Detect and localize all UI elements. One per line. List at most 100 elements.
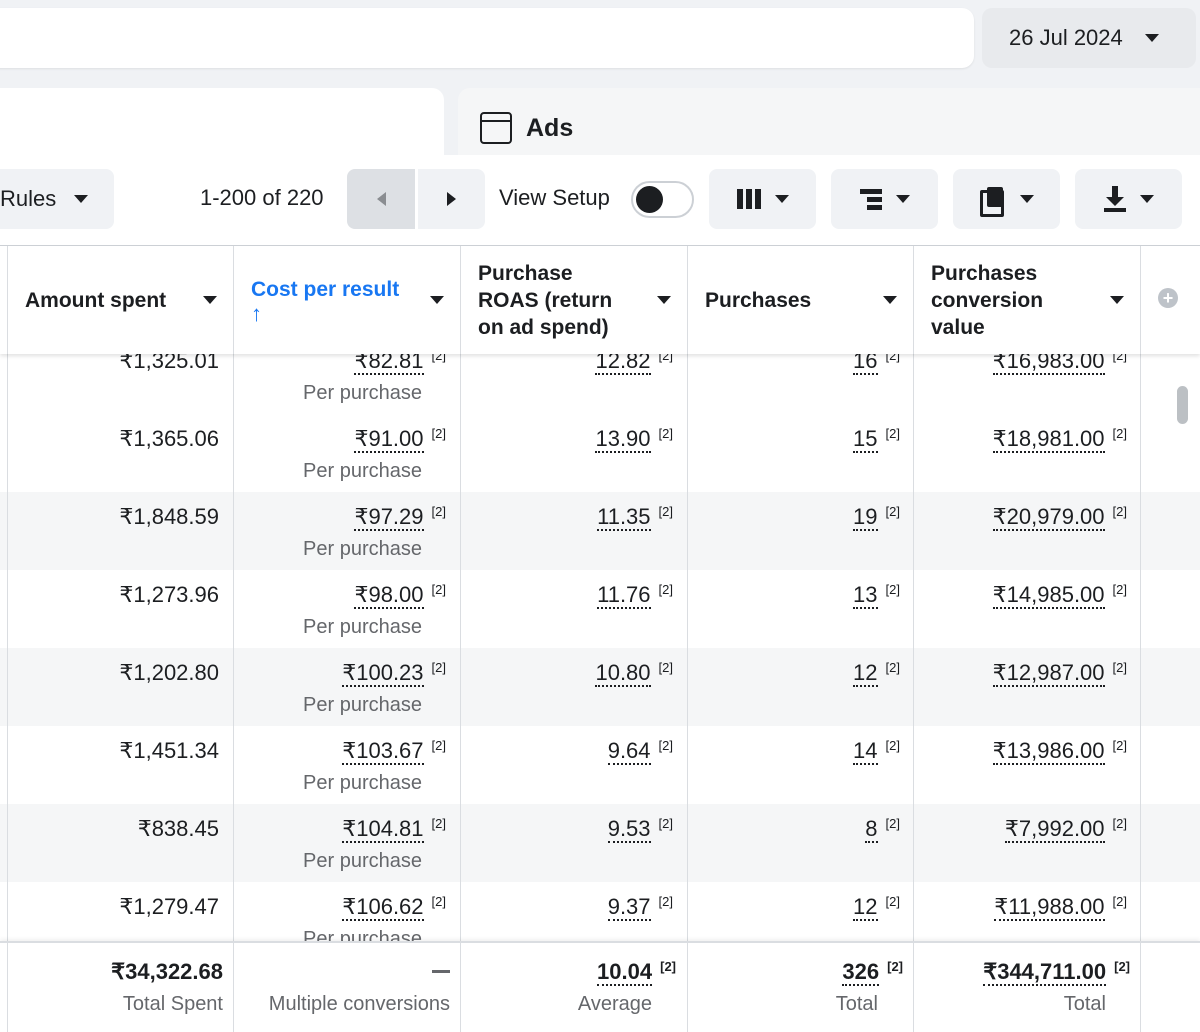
export-button[interactable]: [1075, 169, 1182, 229]
cost-per-result-cell[interactable]: ₹103.67 [2]: [342, 738, 446, 765]
table-row[interactable]: ₹1,365.06 ₹91.00 [2] Per purchase 13.90 [2…: [0, 414, 1200, 492]
total-spent-label: Total Spent: [122, 993, 223, 1015]
purchases-cell[interactable]: 15 [2]: [853, 426, 900, 453]
purchases-value: 14: [853, 738, 878, 765]
cost-per-result-cell[interactable]: ₹104.81 [2]: [342, 816, 446, 843]
footnote: [2]: [658, 816, 673, 831]
column-header-amount-spent[interactable]: Amount spent: [7, 246, 233, 354]
roas-cell[interactable]: 13.90 [2]: [595, 426, 673, 453]
no-value-dash: [432, 970, 450, 973]
footnote: [2]: [658, 660, 673, 675]
search-bar[interactable]: [0, 8, 974, 68]
cost-per-result-value: ₹106.62: [342, 894, 424, 921]
roas-value: 9.53: [607, 816, 651, 843]
average-roas-value: 10.04: [597, 959, 653, 986]
conversion-value-cell[interactable]: ₹12,987.00 [2]: [992, 660, 1127, 687]
add-column-icon[interactable]: +: [1158, 288, 1178, 308]
chevron-down-icon: [895, 195, 910, 203]
cost-per-result-cell[interactable]: ₹97.29 [2]: [354, 504, 446, 531]
amount-spent-cell: ₹1,848.59: [119, 504, 219, 529]
average-roas[interactable]: 10.04 [2]: [597, 959, 676, 986]
conversion-value: ₹20,979.00: [992, 504, 1105, 531]
footnote: [2]: [887, 959, 903, 974]
date-range-picker[interactable]: 26 Jul 2024: [982, 8, 1196, 68]
column-header-purchases[interactable]: Purchases: [687, 246, 913, 354]
roas-value: 11.76: [597, 582, 651, 609]
chevron-right-icon: [447, 192, 456, 206]
total-purchases-value: 326: [842, 959, 880, 986]
column-header-label: Cost per result: [251, 277, 400, 301]
chevron-down-icon: [657, 296, 671, 304]
conversion-value-cell[interactable]: ₹18,981.00 [2]: [992, 426, 1127, 453]
table-toolbar: Rules 1-200 of 220 View Setup: [0, 155, 1200, 245]
column-header-conversion-value[interactable]: Purchases conversion value: [913, 246, 1140, 354]
cost-per-result-value: ₹103.67: [342, 738, 424, 765]
column-header-purchase-roas[interactable]: Purchase ROAS (return on ad spend): [460, 246, 687, 354]
footnote: [2]: [885, 582, 900, 597]
table-row[interactable]: ₹1,202.80 ₹100.23 [2] Per purchase 10.80 […: [0, 648, 1200, 726]
footnote: [2]: [431, 816, 446, 831]
view-setup-toggle[interactable]: [631, 181, 694, 218]
columns-icon: [736, 189, 761, 209]
previous-page-button[interactable]: [347, 169, 415, 229]
footnote: [2]: [431, 426, 446, 441]
roas-value: 11.35: [597, 504, 651, 531]
column-header-cost-per-result[interactable]: Cost per result ↑: [233, 246, 460, 354]
cost-per-result-cell[interactable]: ₹91.00 [2]: [354, 426, 446, 453]
chevron-down-icon: [1144, 34, 1159, 42]
conversion-value: ₹11,988.00: [994, 894, 1105, 921]
total-conversion-value[interactable]: ₹344,711.00 [2]: [983, 959, 1130, 986]
roas-cell[interactable]: 9.37 [2]: [607, 894, 673, 921]
breakdown-button[interactable]: [831, 169, 938, 229]
purchases-value: 12: [853, 894, 878, 921]
roas-cell[interactable]: 9.64 [2]: [607, 738, 673, 765]
footnote: [2]: [885, 426, 900, 441]
footnote: [2]: [1112, 816, 1127, 831]
column-divider: [460, 246, 461, 1032]
amount-spent-cell: ₹1,365.06: [119, 426, 219, 451]
cost-per-result-cell[interactable]: ₹106.62 [2]: [342, 894, 446, 921]
purchases-cell[interactable]: 12 [2]: [853, 894, 900, 921]
multiple-conversions-label: Multiple conversions: [268, 993, 450, 1015]
reports-button[interactable]: [953, 169, 1060, 229]
roas-cell[interactable]: 11.35 [2]: [597, 504, 673, 531]
cost-per-result-cell[interactable]: ₹100.23 [2]: [342, 660, 446, 687]
footnote: [2]: [431, 504, 446, 519]
cost-per-result-cell[interactable]: ₹98.00 [2]: [354, 582, 446, 609]
roas-cell[interactable]: 10.80 [2]: [595, 660, 673, 687]
purchases-cell[interactable]: 19 [2]: [853, 504, 900, 531]
conversion-value-cell[interactable]: ₹7,992.00 [2]: [1004, 816, 1127, 843]
conversion-value-cell[interactable]: ₹20,979.00 [2]: [992, 504, 1127, 531]
reports-icon: [979, 187, 1006, 217]
columns-button[interactable]: [709, 169, 816, 229]
rules-label: Rules: [0, 186, 57, 211]
purchases-cell[interactable]: 12 [2]: [853, 660, 900, 687]
purchases-cell[interactable]: 14 [2]: [853, 738, 900, 765]
rules-button[interactable]: Rules: [0, 169, 114, 229]
conversion-value-cell[interactable]: ₹13,986.00 [2]: [992, 738, 1127, 765]
footnote: [2]: [431, 894, 446, 909]
table-row[interactable]: ₹838.45 ₹104.81 [2] Per purchase 9.53 [2] …: [0, 804, 1200, 882]
conversion-value-cell[interactable]: ₹11,988.00 [2]: [994, 894, 1127, 921]
vertical-scrollbar[interactable]: [1177, 386, 1188, 424]
total-purchases[interactable]: 326 [2]: [842, 959, 903, 986]
purchases-cell[interactable]: 8 [2]: [865, 816, 900, 843]
roas-cell[interactable]: 11.76 [2]: [597, 582, 673, 609]
chevron-down-icon: [430, 296, 444, 304]
result-type-label: Per purchase: [303, 850, 422, 872]
conversion-value: ₹14,985.00: [992, 582, 1105, 609]
footnote: [2]: [658, 582, 673, 597]
purchases-cell[interactable]: 13 [2]: [853, 582, 900, 609]
roas-cell[interactable]: 9.53 [2]: [607, 816, 673, 843]
footnote: [2]: [431, 660, 446, 675]
table-row[interactable]: ₹1,451.34 ₹103.67 [2] Per purchase 9.64 [2…: [0, 726, 1200, 804]
conversion-value-cell[interactable]: ₹14,985.00 [2]: [992, 582, 1127, 609]
chevron-down-icon: [1139, 195, 1154, 203]
table-row[interactable]: ₹1,273.96 ₹98.00 [2] Per purchase 11.76 [2…: [0, 570, 1200, 648]
table-row[interactable]: ₹1,848.59 ₹97.29 [2] Per purchase 11.35 [2…: [0, 492, 1200, 570]
column-divider: [913, 943, 914, 1032]
column-divider: [233, 943, 234, 1032]
next-page-button[interactable]: [418, 169, 485, 229]
purchases-value: 19: [853, 504, 878, 531]
conversion-value: ₹13,986.00: [992, 738, 1105, 765]
